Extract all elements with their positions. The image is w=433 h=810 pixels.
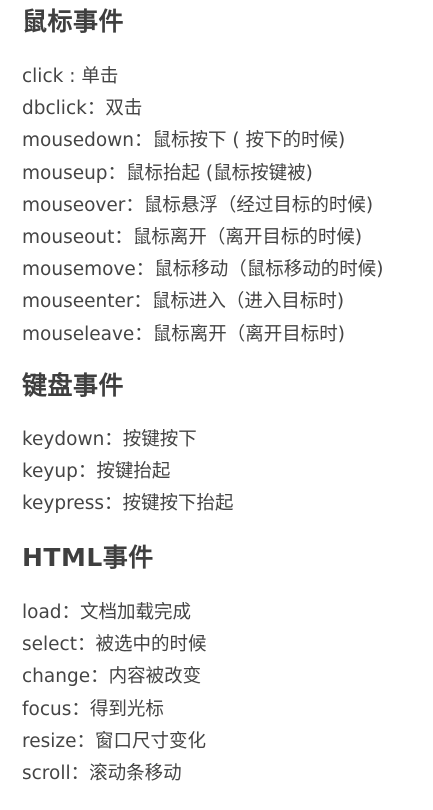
list-item: click : 单击 (22, 66, 119, 87)
event-list: click : 单击 dbclick：双击 mousedown：鼠标按下 ( 按… (22, 61, 383, 351)
list-item: mouseup：鼠标抬起 (鼠标按键被) (22, 162, 313, 184)
event-list: keydown：按键按下 keyup：按键抬起 keypress：按键按下抬起 (22, 424, 234, 521)
list-item: mousemove：鼠标移动（鼠标移动的时候) (22, 259, 384, 281)
list-item: mouseenter：鼠标进入（进入目标时) (22, 291, 345, 313)
list-item: dbclick：双击 (22, 98, 143, 120)
section-heading: HTML事件 (22, 543, 154, 572)
list-item: mouseover：鼠标悬浮（经过目标的时候) (22, 194, 374, 216)
list-item: load：文档加载完成 (22, 602, 192, 623)
list-item: keyup：按键抬起 (22, 461, 171, 483)
list-item: resize：窗口尺寸变化 (22, 730, 206, 752)
keyboard-events-section: 键盘事件 keydown：按键按下 keyup：按键抬起 keypress：按键… (22, 366, 234, 521)
list-item: keypress：按键按下抬起 (22, 493, 234, 515)
mouse-events-section: 鼠标事件 click : 单击 dbclick：双击 mousedown：鼠标按… (22, 2, 383, 351)
list-item: scroll：滚动条移动 (22, 763, 182, 785)
event-list: load：文档加载完成 select：被选中的时候 change：内容被改变 f… (22, 597, 206, 790)
list-item: mousedown：鼠标按下 ( 按下的时候) (22, 130, 346, 152)
list-item: select：被选中的时候 (22, 634, 207, 656)
list-item: focus：得到光标 (22, 698, 164, 720)
list-item: mouseout：鼠标离开（离开目标的时候) (22, 227, 363, 249)
section-heading: 鼠标事件 (22, 7, 125, 36)
section-heading: 键盘事件 (22, 371, 125, 400)
list-item: change：内容被改变 (22, 666, 202, 688)
html-events-section: HTML事件 load：文档加载完成 select：被选中的时候 change：… (22, 538, 206, 790)
list-item: mouseleave：鼠标离开（离开目标时) (22, 323, 345, 345)
list-item: keydown：按键按下 (22, 429, 197, 450)
